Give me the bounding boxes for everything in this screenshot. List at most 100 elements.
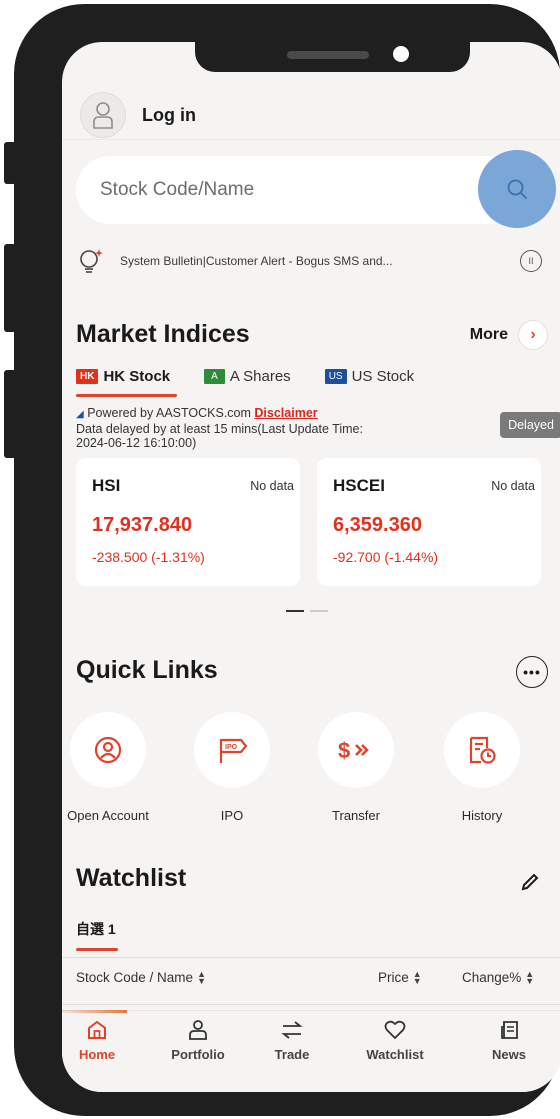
- quick-link-history[interactable]: History: [432, 712, 532, 823]
- chevron-right-icon[interactable]: ›: [518, 320, 548, 350]
- tab-trade[interactable]: Trade: [247, 1019, 337, 1062]
- tab-label: Portfolio: [171, 1047, 225, 1062]
- a-shares-flag-icon: A: [204, 369, 225, 384]
- quick-link-label[interactable]: Transfer: [332, 808, 380, 823]
- index-change: -92.700 (-1.44%): [333, 549, 439, 565]
- edit-pencil-icon[interactable]: [520, 872, 540, 897]
- data-source-note: ◢ Powered by AASTOCKS.com Disclaimer Dat…: [76, 406, 476, 450]
- col-stock-name-header[interactable]: Stock Code / Name ▲ ▼: [76, 969, 206, 985]
- svg-text:IPO: IPO: [225, 744, 238, 751]
- col-change-label[interactable]: Change%: [462, 970, 521, 985]
- sort-icon[interactable]: ▲ ▼: [413, 969, 422, 985]
- delay-note-line2: 2024-06-12 16:10:00): [76, 436, 197, 450]
- person-icon: [189, 1020, 207, 1040]
- powered-by-text: Powered by AASTOCKS.com: [87, 406, 251, 420]
- tab-hk-stock[interactable]: HK HK Stock: [76, 368, 170, 385]
- dollar-transfer-icon: $: [338, 738, 369, 763]
- index-status: No data: [491, 479, 535, 493]
- search-input[interactable]: Stock Code/Name: [100, 179, 254, 201]
- ipo-flag-icon: IPO: [219, 738, 248, 763]
- index-value: 17,937.840: [92, 514, 193, 536]
- watchlist-header-divider: [62, 1004, 560, 1005]
- market-indices-title: Market Indices: [76, 320, 250, 348]
- disclaimer-link[interactable]: Disclaimer: [254, 406, 317, 420]
- col-price-label[interactable]: Price: [378, 970, 409, 985]
- avatar[interactable]: [80, 92, 126, 138]
- lightbulb-icon: [80, 249, 103, 273]
- quick-link-label[interactable]: Open Account: [67, 808, 149, 823]
- tab-watchlist[interactable]: Watchlist: [350, 1019, 440, 1062]
- col-stock-name-label[interactable]: Stock Code / Name: [76, 970, 193, 985]
- front-camera: [393, 46, 409, 62]
- speaker: [287, 51, 369, 59]
- quick-link-circle[interactable]: [444, 712, 520, 788]
- history-doc-icon: [469, 736, 496, 764]
- notch: [195, 42, 470, 72]
- watchlist-divider: [62, 957, 560, 958]
- aastocks-logo-icon: ◢: [76, 409, 84, 420]
- search-bar[interactable]: Stock Code/Name: [76, 150, 556, 228]
- us-flag-icon: US: [324, 369, 347, 384]
- login-link[interactable]: Log in: [142, 105, 196, 126]
- quick-link-label[interactable]: History: [462, 808, 502, 823]
- pause-icon[interactable]: II: [520, 250, 542, 272]
- more-options-icon[interactable]: •••: [516, 656, 548, 688]
- login-row[interactable]: Log in: [80, 92, 196, 138]
- quick-link-transfer[interactable]: $ Transfer: [306, 712, 406, 823]
- more-label[interactable]: More: [470, 326, 508, 344]
- active-tab-indicator: [76, 394, 177, 397]
- sort-icon[interactable]: ▲ ▼: [525, 969, 534, 985]
- header-divider: [62, 139, 560, 140]
- tab-news[interactable]: News: [464, 1019, 554, 1062]
- phone-frame: Log in Stock Code/Name System Bulletin|C…: [14, 4, 560, 1116]
- system-bulletin[interactable]: System Bulletin|Customer Alert - Bogus S…: [78, 246, 548, 276]
- tab-label: HK Stock: [103, 368, 171, 385]
- person-icon: [93, 102, 113, 129]
- delay-note-line1: Data delayed by at least 15 mins(Last Up…: [76, 422, 363, 436]
- sort-icon[interactable]: ▲ ▼: [197, 969, 206, 985]
- col-price-header[interactable]: Price ▲ ▼: [378, 969, 422, 985]
- watchlist-tab-indicator: [76, 948, 118, 951]
- watchlist-tab-1[interactable]: 自選 1: [76, 919, 116, 939]
- index-change: -238.500 (-1.31%): [92, 549, 205, 565]
- tab-label: News: [492, 1047, 526, 1062]
- quick-link-circle[interactable]: $: [318, 712, 394, 788]
- news-icon: [501, 1021, 518, 1039]
- tab-label: Watchlist: [366, 1047, 424, 1062]
- quick-link-open-account[interactable]: Open Account: [62, 712, 158, 823]
- svg-text:$: $: [338, 738, 350, 763]
- quick-link-label[interactable]: IPO: [221, 808, 243, 823]
- tab-home[interactable]: Home: [62, 1019, 142, 1062]
- market-indices-more[interactable]: More ›: [470, 320, 548, 350]
- tab-a-shares[interactable]: A A Shares: [204, 368, 291, 385]
- tab-label: A Shares: [229, 368, 291, 385]
- delayed-badge: Delayed: [500, 412, 560, 438]
- tab-label: Home: [78, 1047, 116, 1062]
- quick-link-circle[interactable]: IPO: [194, 712, 270, 788]
- index-value: 6,359.360: [333, 514, 422, 536]
- tab-portfolio[interactable]: Portfolio: [153, 1019, 243, 1062]
- quick-links-title: Quick Links: [76, 656, 218, 684]
- user-circle-icon: [94, 736, 122, 764]
- search-icon: [507, 179, 527, 199]
- index-name: HSCEI: [333, 476, 385, 495]
- index-name: HSI: [92, 476, 121, 495]
- watchlist-title: Watchlist: [76, 864, 187, 892]
- quick-link-ipo[interactable]: IPO IPO: [182, 712, 282, 823]
- home-icon: [88, 1020, 106, 1039]
- tab-label: Trade: [274, 1047, 310, 1062]
- col-change-header[interactable]: Change% ▲ ▼: [462, 969, 534, 985]
- index-card-hscei[interactable]: HSCEI No data 6,359.360 -92.700 (-1.44%): [317, 458, 541, 586]
- carousel-dot-active: [286, 610, 304, 612]
- active-tab-line: [62, 1010, 127, 1013]
- quick-link-circle[interactable]: [70, 712, 146, 788]
- market-tabs: HK HK Stock A A Shares US US Stock: [76, 368, 448, 385]
- index-card-hsi[interactable]: HSI No data 17,937.840 -238.500 (-1.31%): [76, 458, 300, 586]
- heart-icon: [384, 1020, 406, 1040]
- search-button[interactable]: [478, 150, 556, 228]
- tab-label: US Stock: [351, 368, 415, 385]
- tab-us-stock[interactable]: US US Stock: [324, 368, 415, 385]
- bulletin-text[interactable]: System Bulletin|Customer Alert - Bogus S…: [120, 254, 520, 268]
- swap-arrows-icon: [281, 1021, 303, 1039]
- app-screen: Log in Stock Code/Name System Bulletin|C…: [62, 42, 560, 1092]
